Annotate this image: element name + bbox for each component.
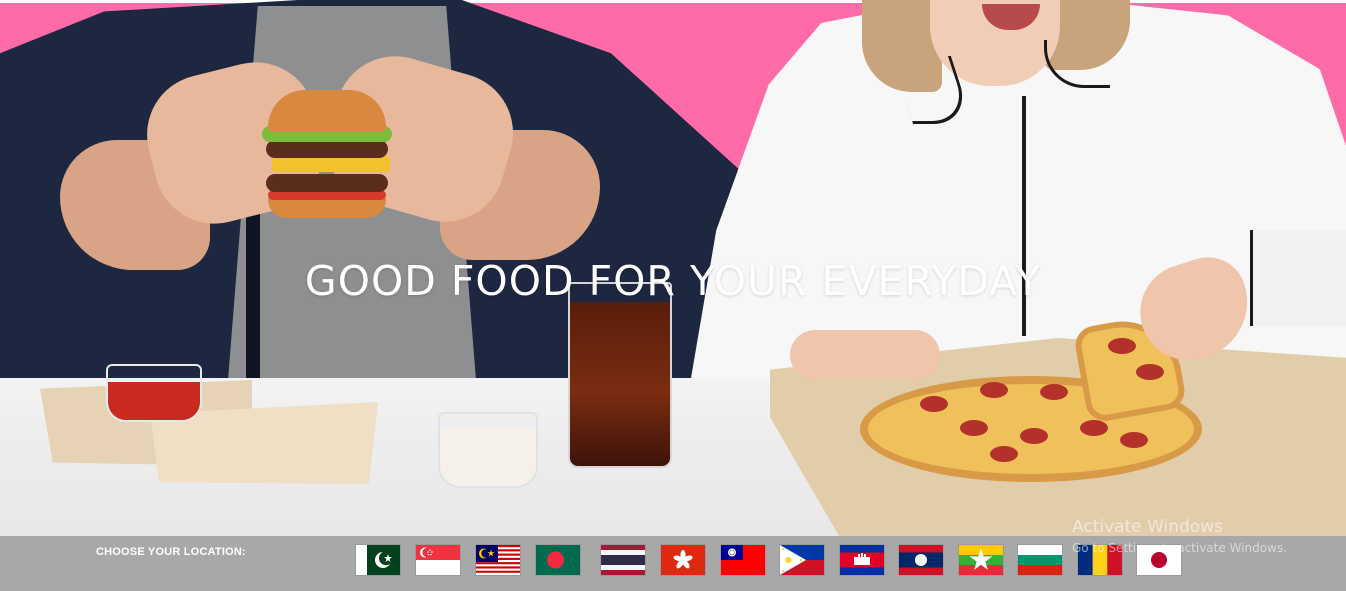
myanmar-flag-icon[interactable] — [959, 545, 1003, 575]
burger-image — [262, 90, 392, 220]
soda-glass — [568, 282, 672, 468]
hong-kong-flag-icon[interactable] — [661, 545, 705, 575]
taiwan-flag-icon[interactable] — [721, 545, 765, 575]
singapore-flag-icon[interactable] — [416, 545, 460, 575]
ketchup-cup — [106, 364, 202, 422]
pakistan-flag-icon[interactable] — [356, 545, 400, 575]
hero-title: GOOD FOOD FOR YOUR EVERYDAY — [304, 257, 1042, 305]
location-label: CHOOSE YOUR LOCATION: — [96, 546, 246, 558]
bulgaria-flag-icon[interactable] — [1018, 545, 1062, 575]
hero-banner: GOOD FOOD FOR YOUR EVERYDAY — [0, 0, 1346, 536]
thailand-flag-icon[interactable] — [601, 545, 645, 575]
windows-activation-watermark: Activate Windows Go to Settings to activ… — [1072, 516, 1287, 556]
philippines-flag-icon[interactable] — [780, 545, 824, 575]
laos-flag-icon[interactable] — [899, 545, 943, 575]
watermark-title: Activate Windows — [1072, 517, 1223, 537]
cambodia-flag-icon[interactable] — [840, 545, 884, 575]
malaysia-flag-icon[interactable] — [476, 545, 520, 575]
bangladesh-flag-icon[interactable] — [536, 545, 580, 575]
sauce-cup — [438, 412, 538, 488]
watermark-subtitle: Go to Settings to activate Windows. — [1072, 541, 1287, 555]
